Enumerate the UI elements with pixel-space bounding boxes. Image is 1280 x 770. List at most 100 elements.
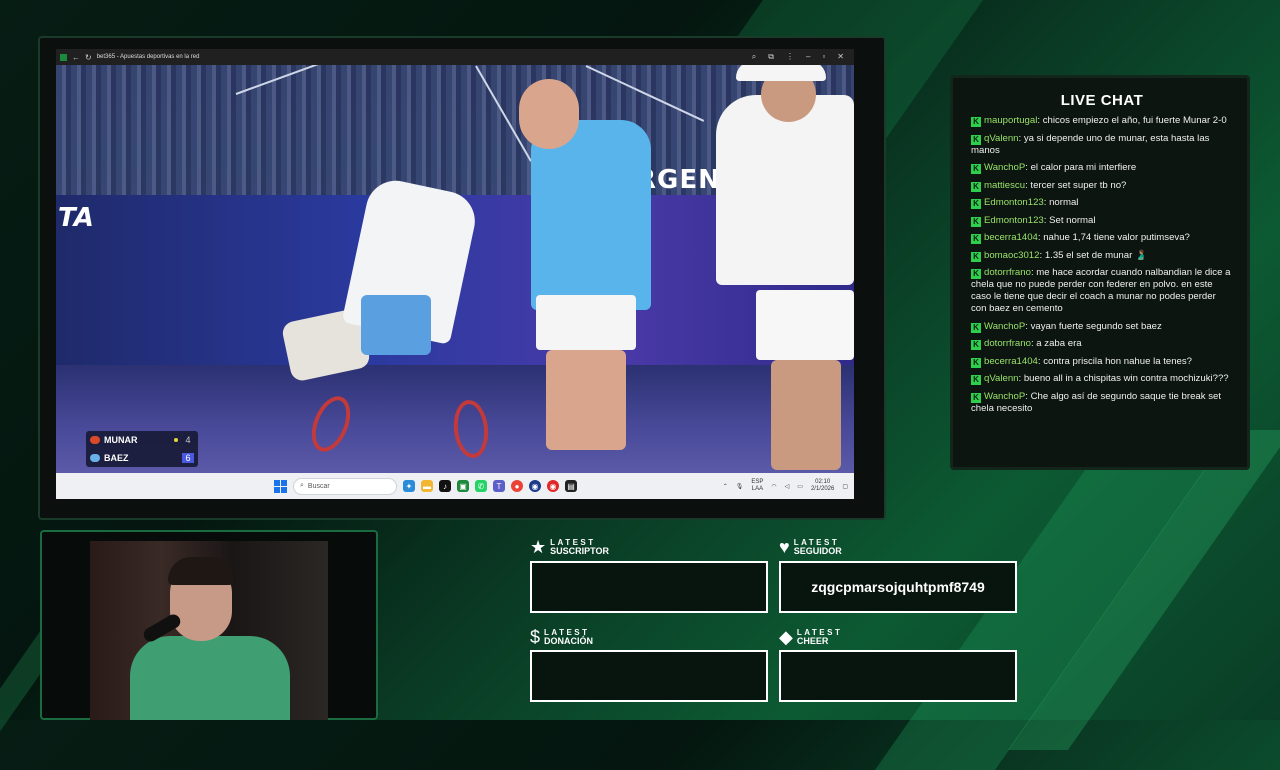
player-score: 6 <box>182 453 194 463</box>
chat-username[interactable]: becerra1404 <box>984 356 1038 367</box>
player-shorts-right <box>756 290 854 360</box>
streamer-shirt <box>130 636 290 720</box>
chat-username[interactable]: dotorrfrano <box>984 267 1031 278</box>
latest-cheer-box <box>779 650 1017 702</box>
notifications-icon[interactable]: ▢ <box>842 483 848 490</box>
windows-start-icon[interactable] <box>274 479 287 493</box>
scoreboard-row: BAEZ 6 <box>86 449 198 467</box>
latest-suscriptor-box <box>530 561 768 613</box>
chat-message: K WanchoP: el calor para mi interfiere <box>971 162 1233 174</box>
file-explorer-icon[interactable]: ▬ <box>421 480 433 492</box>
webcam-feed <box>90 541 328 720</box>
latest-donacion-label: $ LATEST DONACIÓN <box>530 628 593 646</box>
app-icon[interactable]: ▤ <box>565 480 577 492</box>
browser-title: bet365 - Apuestas deportivas en la red <box>96 54 200 60</box>
chat-text: normal <box>1049 197 1079 208</box>
coach-head <box>519 79 579 149</box>
chat-username[interactable]: qValenn <box>984 133 1019 144</box>
chat-text: vayan fuerte segundo set baez <box>1030 320 1162 332</box>
tennis-video[interactable]: RGENTI TA MUNAR 4 BAEZ 6 <box>56 65 854 473</box>
chat-username[interactable]: mauportugal <box>984 115 1037 126</box>
chat-username[interactable]: Edmonton123 <box>984 215 1044 226</box>
chat-message: KqValenn: ya si depende uno de munar, es… <box>971 132 1210 156</box>
restore-icon[interactable]: ▫ <box>822 52 825 62</box>
chat-text: Set normal <box>1049 214 1096 226</box>
chat-message: K WanchoP: Che algo así de segundo saque … <box>971 390 1222 414</box>
back-arrow-icon[interactable]: ← <box>72 53 80 62</box>
heart-icon: ♥ <box>779 537 790 557</box>
kick-badge-icon: K <box>971 375 981 385</box>
chat-title: LIVE CHAT <box>1060 92 1144 109</box>
chat-message: K WanchoP: vayan fuerte segundo set baez <box>971 321 1233 333</box>
chat-text: contra priscila hon nahue la tenes? <box>1043 355 1193 367</box>
app-icon[interactable]: ◉ <box>529 480 541 492</box>
chrome-icon[interactable]: ● <box>511 480 523 492</box>
chat-username[interactable]: Edmonton123 <box>984 197 1044 208</box>
serve-indicator-icon <box>174 438 178 442</box>
chat-text: a zaba era <box>1036 338 1082 349</box>
chat-text: chicos empiezo el año, fui fuerte Munar … <box>1042 115 1227 126</box>
close-icon[interactable]: ✕ <box>837 52 844 62</box>
minimize-icon[interactable]: – <box>806 52 810 62</box>
chat-username[interactable]: WanchoP <box>984 162 1025 173</box>
language-indicator[interactable]: ESP LAA <box>751 479 763 493</box>
scoreboard: MUNAR 4 BAEZ 6 <box>86 431 198 467</box>
kick-badge-icon: K <box>971 117 981 127</box>
chat-username[interactable]: qValenn <box>984 373 1019 384</box>
chat-username[interactable]: becerra1404 <box>984 232 1038 243</box>
system-tray: ⌃ 🎙 ESP LAA ◠ ◁ ▭ 02:10 2/1/2026 ▢ <box>723 479 848 493</box>
app-icon[interactable]: ◉ <box>547 480 559 492</box>
chat-text: nahue 1,74 tiene valor putimseva? <box>1043 232 1190 243</box>
kick-badge-icon: K <box>971 357 981 368</box>
flag-icon <box>90 436 100 444</box>
tiktok-icon[interactable]: ♪ <box>439 480 451 492</box>
chat-message: Kdotorrfrano: me hace acordar cuando nal… <box>971 267 1231 314</box>
clock[interactable]: 02:10 2/1/2026 <box>811 479 834 493</box>
menu-icon[interactable]: ⋮ <box>786 52 794 62</box>
teams-icon[interactable]: T <box>493 480 505 492</box>
extensions-icon[interactable]: ⧉ <box>768 52 774 62</box>
microphone-icon[interactable]: 🎙 <box>736 483 744 490</box>
kick-badge-icon: K <box>971 181 981 192</box>
latest-suscriptor-label: ★ LATEST SUSCRIPTOR <box>530 538 609 556</box>
chat-username[interactable]: WanchoP <box>984 321 1025 332</box>
latest-donacion-box <box>530 650 768 702</box>
chat-message: Kbecerra1404: nahue 1,74 tiene valor put… <box>971 232 1233 244</box>
streamer-hair <box>168 557 234 585</box>
alert-bottom: SEGUIDOR <box>793 546 842 556</box>
chat-message: K Edmonton123: Set normal <box>971 215 1233 227</box>
chat-username[interactable]: mattiescu <box>984 180 1025 191</box>
alert-bottom: SUSCRIPTOR <box>550 546 609 556</box>
search-icon: ⌕ <box>300 482 304 489</box>
zoom-icon[interactable]: ⌕ <box>752 52 756 62</box>
battery-icon[interactable]: ▭ <box>797 483 803 490</box>
wifi-icon[interactable]: ◠ <box>771 483 776 490</box>
chat-message: Kbomaoc3012: 1.35 el set de munar 🫃🏽 <box>971 250 1233 262</box>
browser-titlebar: ← ↻ bet365 - Apuestas deportivas en la r… <box>56 49 854 65</box>
player-name: MUNAR <box>104 435 138 445</box>
chat-text: bueno all in a chispitas win contra moch… <box>1023 373 1229 384</box>
latest-cheer-label: ◆ LATEST CHEER <box>779 628 842 646</box>
latest-seguidor-box: zqgcpmarsojquhtpmf8749 <box>779 561 1017 613</box>
chat-messages: Kmauportugal: chicos empiezo el año, fui… <box>971 115 1233 415</box>
bet365-icon[interactable]: ▣ <box>457 480 469 492</box>
chat-username[interactable]: dotorrfrano <box>984 338 1031 349</box>
volume-icon[interactable]: ◁ <box>785 483 790 490</box>
reload-icon[interactable]: ↻ <box>85 53 92 62</box>
kick-badge-icon: K <box>971 164 981 174</box>
live-chat-panel: LIVE CHAT Kmauportugal: chicos empiezo e… <box>950 75 1250 470</box>
taskbar-search[interactable]: ⌕ Buscar <box>293 477 397 495</box>
bet365-favicon-icon <box>60 53 67 61</box>
whatsapp-icon[interactable]: ✆ <box>475 480 487 492</box>
kick-badge-icon: K <box>971 199 981 209</box>
tray-chevron-icon[interactable]: ⌃ <box>723 483 728 490</box>
copilot-icon[interactable]: ✦ <box>403 480 415 492</box>
kick-badge-icon: K <box>971 216 981 227</box>
kick-badge-icon: K <box>971 134 981 145</box>
diamond-icon: ◆ <box>779 627 793 647</box>
chat-username[interactable]: bomaoc3012 <box>984 250 1039 261</box>
chat-message: Kbecerra1404: contra priscila hon nahue … <box>971 356 1233 368</box>
chat-username[interactable]: WanchoP <box>984 391 1025 402</box>
player-legs-right <box>771 360 841 470</box>
coach-shorts <box>536 295 636 350</box>
